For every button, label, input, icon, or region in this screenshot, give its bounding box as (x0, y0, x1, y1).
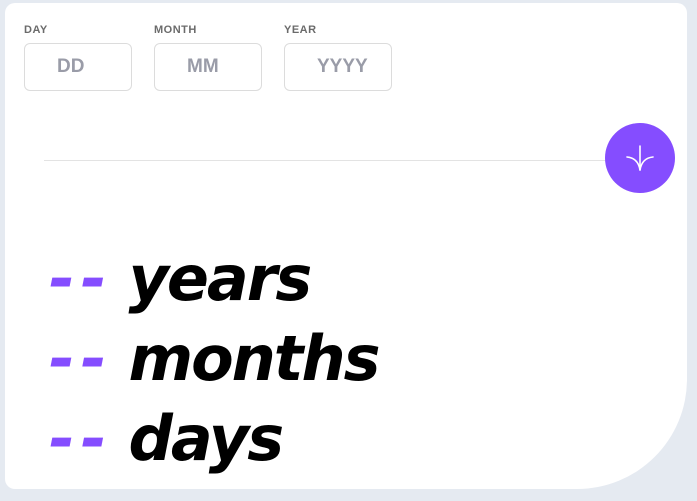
year-label: YEAR (284, 24, 317, 36)
month-input[interactable] (154, 43, 262, 91)
result-months: -- months (49, 319, 381, 399)
days-unit: days (128, 402, 284, 475)
months-value: -- (49, 322, 113, 395)
month-label: MONTH (154, 24, 197, 36)
months-unit: months (128, 322, 380, 395)
results: -- years -- months -- days (49, 239, 381, 479)
day-label: DAY (24, 24, 48, 36)
calculate-button[interactable] (605, 123, 675, 193)
years-value: -- (49, 242, 113, 315)
result-days: -- days (49, 399, 379, 479)
divider (44, 160, 624, 161)
year-input[interactable] (284, 43, 392, 91)
day-input[interactable] (24, 43, 132, 91)
arrow-down-icon (626, 145, 654, 171)
years-unit: years (128, 242, 312, 315)
age-calculator-card: DAY MONTH YEAR --years --months --days (5, 3, 687, 489)
days-value: -- (49, 402, 113, 475)
result-years: -- years (49, 239, 379, 319)
